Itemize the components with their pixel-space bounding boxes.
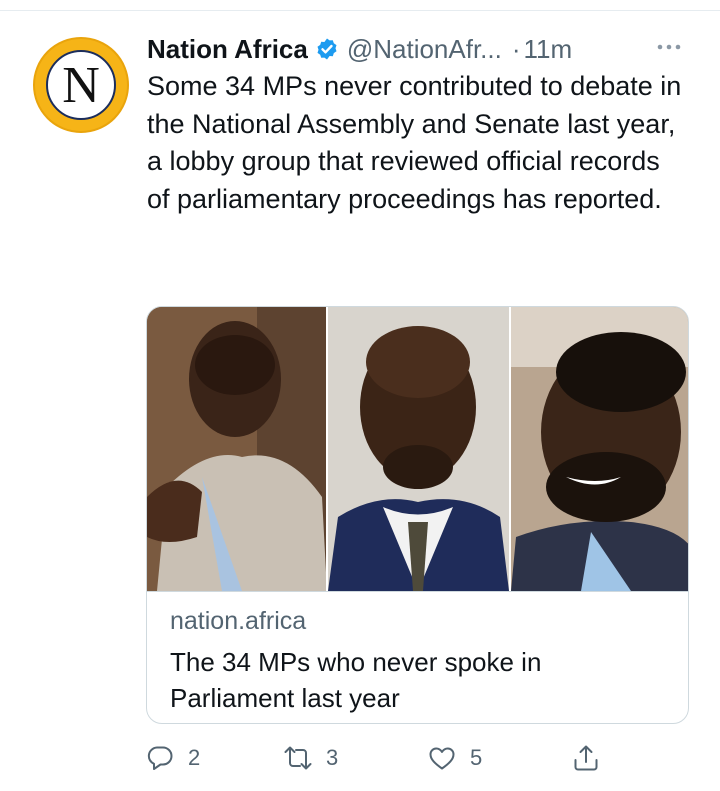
card-photo-right — [510, 307, 688, 591]
reply-icon — [147, 746, 173, 770]
retweet-button[interactable]: 3 — [284, 740, 338, 776]
card-photo-left — [147, 307, 327, 591]
avatar-letter: N — [62, 57, 100, 114]
more-dots-icon[interactable] — [654, 37, 684, 57]
separator-dot: · — [511, 33, 521, 64]
like-button[interactable]: 5 — [428, 740, 482, 776]
reply-count: 2 — [188, 745, 201, 770]
heart-icon — [429, 747, 455, 770]
card-domain: nation.africa — [170, 607, 307, 635]
action-bar: 2 3 5 — [146, 740, 686, 776]
avatar[interactable]: N — [33, 37, 129, 133]
tweet-text: Some 34 MPs never contributed to debate … — [147, 71, 682, 214]
top-divider — [0, 10, 720, 11]
card-title: The 34 MPs who never spoke in Parliament… — [170, 647, 542, 713]
share-button[interactable] — [572, 740, 600, 776]
tweet-header: Nation Africa @NationAfr... · 11m — [147, 32, 572, 66]
verified-badge-icon — [317, 38, 337, 60]
link-card[interactable]: nation.africa The 34 MPs who never spoke… — [146, 306, 689, 724]
like-count: 5 — [470, 745, 483, 770]
reply-button[interactable]: 2 — [146, 740, 200, 776]
retweet-icon — [284, 746, 312, 770]
avatar-logo: N — [46, 50, 116, 120]
retweet-count: 3 — [326, 745, 339, 770]
display-name[interactable]: Nation Africa — [147, 34, 308, 65]
card-divider — [147, 591, 688, 592]
card-photo-middle — [328, 307, 509, 591]
tweet-time[interactable]: 11m — [524, 34, 573, 65]
share-icon — [574, 745, 598, 771]
card-image[interactable] — [147, 307, 688, 591]
user-handle[interactable]: @NationAfr... — [347, 34, 502, 65]
